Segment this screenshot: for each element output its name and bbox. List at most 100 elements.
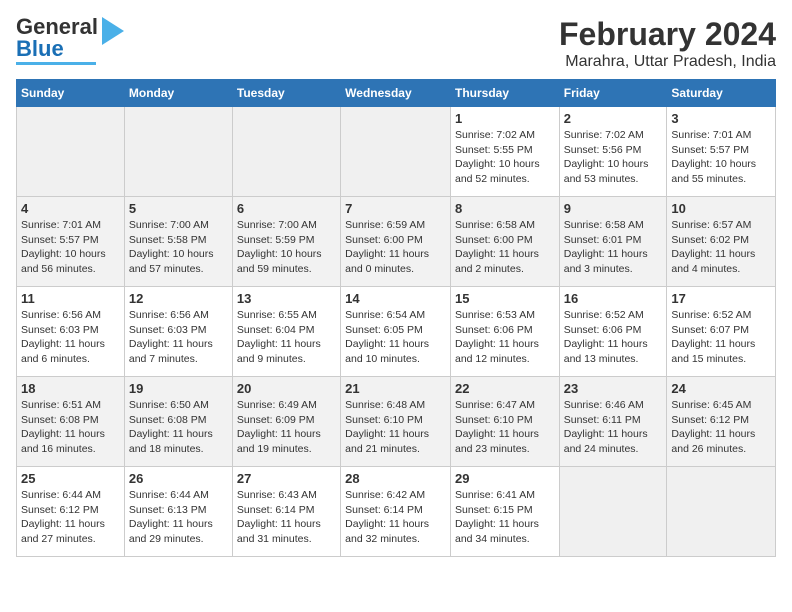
calendar-cell: 17Sunrise: 6:52 AMSunset: 6:07 PMDayligh… — [667, 287, 776, 377]
cell-day-number: 4 — [21, 201, 120, 216]
calendar-cell: 7 Sunrise: 6:59 AMSunset: 6:00 PMDaylight… — [341, 197, 451, 287]
calendar-cell: 22Sunrise: 6:47 AMSunset: 6:10 PMDayligh… — [450, 377, 559, 467]
calendar-cell — [341, 107, 451, 197]
cell-day-number: 14 — [345, 291, 446, 306]
calendar-cell: 1Sunrise: 7:02 AMSunset: 5:55 PMDaylight… — [450, 107, 559, 197]
week-row-3: 11 Sunrise: 6:56 AMSunset: 6:03 PMDayligh… — [17, 287, 776, 377]
cell-info: Sunrise: 6:57 AMSunset: 6:02 PMDaylight:… — [671, 218, 771, 277]
week-row-5: 25 Sunrise: 6:44 AMSunset: 6:12 PMDayligh… — [17, 467, 776, 557]
calendar-cell: 2 Sunrise: 7:02 AMSunset: 5:56 PMDaylight… — [559, 107, 667, 197]
cell-info: Sunrise: 6:56 AMSunset: 6:03 PMDaylight:… — [129, 308, 228, 367]
cell-day-number: 3 — [671, 111, 771, 126]
calendar-header: SundayMondayTuesdayWednesdayThursdayFrid… — [17, 80, 776, 107]
cell-info: Sunrise: 6:52 AMSunset: 6:06 PMDaylight:… — [564, 308, 663, 367]
calendar-cell: 12Sunrise: 6:56 AMSunset: 6:03 PMDayligh… — [124, 287, 232, 377]
cell-info: Sunrise: 6:54 AMSunset: 6:05 PMDaylight:… — [345, 308, 446, 367]
calendar-cell: 15Sunrise: 6:53 AMSunset: 6:06 PMDayligh… — [450, 287, 559, 377]
cell-day-number: 5 — [129, 201, 228, 216]
cell-info: Sunrise: 6:51 AMSunset: 6:08 PMDaylight:… — [21, 398, 120, 457]
cell-day-number: 19 — [129, 381, 228, 396]
cell-day-number: 24 — [671, 381, 771, 396]
calendar-cell: 8 Sunrise: 6:58 AMSunset: 6:00 PMDaylight… — [450, 197, 559, 287]
week-row-1: 1Sunrise: 7:02 AMSunset: 5:55 PMDaylight… — [17, 107, 776, 197]
cell-day-number: 26 — [129, 471, 228, 486]
cell-info: Sunrise: 6:44 AMSunset: 6:12 PMDaylight:… — [21, 488, 120, 547]
cell-day-number: 10 — [671, 201, 771, 216]
header-cell-tuesday: Tuesday — [232, 80, 340, 107]
cell-day-number: 25 — [21, 471, 120, 486]
calendar-cell — [667, 467, 776, 557]
cell-day-number: 9 — [564, 201, 663, 216]
calendar-cell: 25 Sunrise: 6:44 AMSunset: 6:12 PMDayligh… — [17, 467, 125, 557]
calendar-cell: 20 Sunrise: 6:49 AMSunset: 6:09 PMDayligh… — [232, 377, 340, 467]
week-row-4: 18 Sunrise: 6:51 AMSunset: 6:08 PMDayligh… — [17, 377, 776, 467]
cell-day-number: 29 — [455, 471, 555, 486]
cell-day-number: 28 — [345, 471, 446, 486]
cell-info: Sunrise: 7:00 AMSunset: 5:58 PMDaylight:… — [129, 218, 228, 277]
cell-day-number: 18 — [21, 381, 120, 396]
calendar-title: February 2024 — [559, 16, 776, 53]
title-block: February 2024 Marahra, Uttar Pradesh, In… — [559, 16, 776, 71]
cell-day-number: 27 — [237, 471, 336, 486]
cell-day-number: 11 — [21, 291, 120, 306]
calendar-cell: 14 Sunrise: 6:54 AMSunset: 6:05 PMDayligh… — [341, 287, 451, 377]
header-cell-wednesday: Wednesday — [341, 80, 451, 107]
cell-info: Sunrise: 7:01 AMSunset: 5:57 PMDaylight:… — [21, 218, 120, 277]
calendar-table: SundayMondayTuesdayWednesdayThursdayFrid… — [16, 79, 776, 557]
calendar-cell: 26 Sunrise: 6:44 AMSunset: 6:13 PMDayligh… — [124, 467, 232, 557]
cell-day-number: 6 — [237, 201, 336, 216]
calendar-cell: 23 Sunrise: 6:46 AMSunset: 6:11 PMDayligh… — [559, 377, 667, 467]
cell-day-number: 22 — [455, 381, 555, 396]
cell-info: Sunrise: 6:49 AMSunset: 6:09 PMDaylight:… — [237, 398, 336, 457]
calendar-cell: 3Sunrise: 7:01 AMSunset: 5:57 PMDaylight… — [667, 107, 776, 197]
calendar-subtitle: Marahra, Uttar Pradesh, India — [559, 53, 776, 71]
week-row-2: 4 Sunrise: 7:01 AMSunset: 5:57 PMDaylight… — [17, 197, 776, 287]
calendar-cell — [124, 107, 232, 197]
cell-day-number: 21 — [345, 381, 446, 396]
header-row: SundayMondayTuesdayWednesdayThursdayFrid… — [17, 80, 776, 107]
cell-info: Sunrise: 6:41 AMSunset: 6:15 PMDaylight:… — [455, 488, 555, 547]
cell-info: Sunrise: 6:55 AMSunset: 6:04 PMDaylight:… — [237, 308, 336, 367]
calendar-cell: 21Sunrise: 6:48 AMSunset: 6:10 PMDayligh… — [341, 377, 451, 467]
logo-blue: Blue — [16, 36, 64, 61]
cell-info: Sunrise: 6:50 AMSunset: 6:08 PMDaylight:… — [129, 398, 228, 457]
calendar-cell: 27Sunrise: 6:43 AMSunset: 6:14 PMDayligh… — [232, 467, 340, 557]
cell-day-number: 20 — [237, 381, 336, 396]
cell-day-number: 7 — [345, 201, 446, 216]
calendar-cell: 19 Sunrise: 6:50 AMSunset: 6:08 PMDayligh… — [124, 377, 232, 467]
cell-info: Sunrise: 6:59 AMSunset: 6:00 PMDaylight:… — [345, 218, 446, 277]
calendar-cell: 4 Sunrise: 7:01 AMSunset: 5:57 PMDaylight… — [17, 197, 125, 287]
logo: General Blue — [16, 16, 124, 65]
calendar-cell: 6 Sunrise: 7:00 AMSunset: 5:59 PMDaylight… — [232, 197, 340, 287]
calendar-cell: 5 Sunrise: 7:00 AMSunset: 5:58 PMDaylight… — [124, 197, 232, 287]
logo-text: General Blue — [16, 16, 98, 60]
cell-day-number: 2 — [564, 111, 663, 126]
calendar-cell — [232, 107, 340, 197]
cell-info: Sunrise: 6:58 AMSunset: 6:01 PMDaylight:… — [564, 218, 663, 277]
page-header: General Blue February 2024 Marahra, Utta… — [16, 16, 776, 71]
logo-arrow-icon — [102, 17, 124, 45]
cell-info: Sunrise: 7:02 AMSunset: 5:56 PMDaylight:… — [564, 128, 663, 187]
cell-info: Sunrise: 6:46 AMSunset: 6:11 PMDaylight:… — [564, 398, 663, 457]
cell-info: Sunrise: 7:00 AMSunset: 5:59 PMDaylight:… — [237, 218, 336, 277]
cell-info: Sunrise: 6:56 AMSunset: 6:03 PMDaylight:… — [21, 308, 120, 367]
cell-info: Sunrise: 6:44 AMSunset: 6:13 PMDaylight:… — [129, 488, 228, 547]
cell-day-number: 23 — [564, 381, 663, 396]
cell-day-number: 15 — [455, 291, 555, 306]
calendar-cell: 29 Sunrise: 6:41 AMSunset: 6:15 PMDayligh… — [450, 467, 559, 557]
calendar-cell: 18 Sunrise: 6:51 AMSunset: 6:08 PMDayligh… — [17, 377, 125, 467]
calendar-cell — [559, 467, 667, 557]
header-cell-thursday: Thursday — [450, 80, 559, 107]
calendar-cell: 11 Sunrise: 6:56 AMSunset: 6:03 PMDayligh… — [17, 287, 125, 377]
calendar-cell: 28 Sunrise: 6:42 AMSunset: 6:14 PMDayligh… — [341, 467, 451, 557]
cell-info: Sunrise: 6:42 AMSunset: 6:14 PMDaylight:… — [345, 488, 446, 547]
calendar-cell: 16Sunrise: 6:52 AMSunset: 6:06 PMDayligh… — [559, 287, 667, 377]
cell-day-number: 1 — [455, 111, 555, 126]
cell-info: Sunrise: 6:45 AMSunset: 6:12 PMDaylight:… — [671, 398, 771, 457]
cell-info: Sunrise: 6:58 AMSunset: 6:00 PMDaylight:… — [455, 218, 555, 277]
header-cell-sunday: Sunday — [17, 80, 125, 107]
calendar-cell: 13Sunrise: 6:55 AMSunset: 6:04 PMDayligh… — [232, 287, 340, 377]
header-cell-monday: Monday — [124, 80, 232, 107]
calendar-cell — [17, 107, 125, 197]
cell-day-number: 8 — [455, 201, 555, 216]
